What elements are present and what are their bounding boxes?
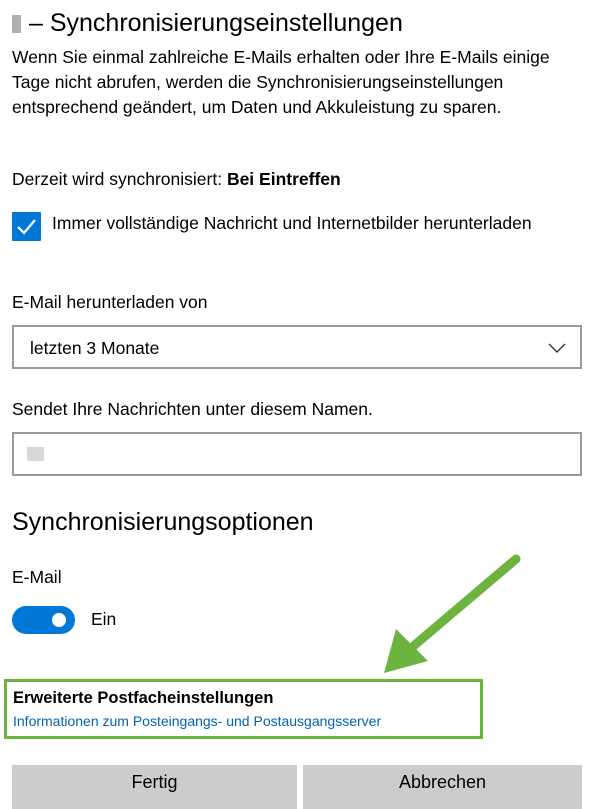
download-from-label: E-Mail herunterladen von <box>12 292 208 312</box>
green-arrow-icon <box>384 554 521 673</box>
full-download-checkbox[interactable] <box>12 212 41 241</box>
sender-name-redacted <box>27 447 44 461</box>
sync-status: Derzeit wird synchronisiert: Bei Eintref… <box>12 167 341 191</box>
done-button[interactable]: Fertig <box>12 765 297 809</box>
sender-name-input[interactable] <box>12 432 582 476</box>
download-from-value: letzten 3 Monate <box>30 338 160 358</box>
cancel-button[interactable]: Abbrechen <box>303 765 582 809</box>
page-title-text: – Synchronisierungseinstellungen <box>29 9 403 37</box>
sync-status-prefix: Derzeit wird synchronisiert: <box>12 169 223 189</box>
email-sync-toggle[interactable] <box>12 606 75 634</box>
account-name-redacted <box>12 15 21 33</box>
sender-name-label: Sendet Ihre Nachrichten unter diesem Nam… <box>12 399 373 419</box>
full-download-label: Immer vollständige Nachricht und Interne… <box>52 213 532 233</box>
toggle-knob <box>52 613 66 627</box>
sync-description: Wenn Sie einmal zahlreiche E-Mails erhal… <box>12 47 550 117</box>
email-sync-label: E-Mail <box>12 567 62 587</box>
sync-options-heading: Synchronisierungsoptionen <box>12 508 314 536</box>
email-sync-toggle-state: Ein <box>91 609 117 629</box>
server-info-link[interactable]: Informationen zum Posteingangs- und Post… <box>13 712 381 730</box>
checkmark-icon <box>17 219 36 235</box>
sync-status-value: Bei Eintreffen <box>226 169 341 189</box>
advanced-mailbox-settings: Erweiterte Postfacheinstellungen Informa… <box>4 679 483 739</box>
download-from-select[interactable]: letzten 3 Monate <box>12 325 582 369</box>
advanced-settings-title: Erweiterte Postfacheinstellungen <box>13 689 274 707</box>
chevron-down-icon <box>548 341 566 359</box>
page-title: – Synchronisierungseinstellungen <box>12 8 403 38</box>
